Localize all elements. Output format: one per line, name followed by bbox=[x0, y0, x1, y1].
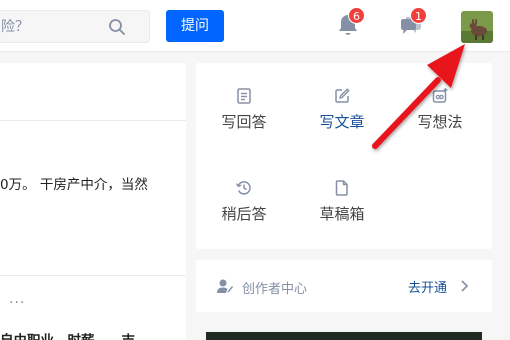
drafts-button[interactable]: 草稿箱 bbox=[294, 179, 390, 245]
top-navigation-bar: 提问 6 1 bbox=[0, 0, 510, 52]
message-count-badge: 1 bbox=[410, 7, 427, 24]
write-idea-button[interactable]: 写想法 bbox=[392, 87, 488, 153]
promo-banner[interactable] bbox=[206, 332, 482, 340]
more-options-icon[interactable]: ··· bbox=[9, 295, 25, 311]
answer-later-button[interactable]: 稍后答 bbox=[196, 179, 292, 245]
write-answer-label: 写回答 bbox=[221, 113, 267, 131]
creator-center-label: 创作者中心 bbox=[242, 282, 308, 297]
feed-divider bbox=[0, 120, 186, 121]
answer-later-label: 稍后答 bbox=[221, 205, 267, 223]
notification-count-badge: 6 bbox=[348, 7, 365, 24]
creation-panel: 写回答 写文章 写想法 稍后答 草稿箱 bbox=[196, 63, 492, 249]
write-idea-label: 写想法 bbox=[417, 113, 463, 131]
search-icon[interactable] bbox=[108, 18, 126, 36]
edit-icon bbox=[335, 88, 350, 103]
write-article-label: 写文章 bbox=[319, 113, 365, 131]
creator-center-card[interactable]: 创作者中心 去开通 bbox=[196, 260, 492, 312]
feed-item-excerpt[interactable]: 自由职业，时薪……吉 bbox=[0, 329, 135, 340]
history-icon bbox=[236, 181, 251, 195]
notifications-button[interactable]: 6 bbox=[336, 7, 365, 38]
drafts-label: 草稿箱 bbox=[319, 205, 365, 223]
ask-question-button[interactable]: 提问 bbox=[166, 10, 224, 42]
answer-icon bbox=[237, 88, 251, 104]
search-input[interactable] bbox=[1, 11, 111, 42]
write-article-button[interactable]: 写文章 bbox=[294, 87, 390, 153]
search-box[interactable] bbox=[0, 10, 150, 43]
idea-icon bbox=[432, 88, 448, 103]
activate-link[interactable]: 去开通 bbox=[408, 277, 447, 296]
write-answer-button[interactable]: 写回答 bbox=[196, 87, 292, 153]
feed-divider bbox=[0, 275, 186, 276]
feed-item-excerpt[interactable]: 0万。 干房产中介，当然 bbox=[0, 173, 148, 193]
messages-button[interactable]: 1 bbox=[398, 7, 427, 38]
avatar[interactable] bbox=[461, 11, 493, 43]
creator-user-icon bbox=[216, 277, 234, 299]
chevron-right-icon[interactable] bbox=[460, 278, 470, 297]
feed-card: 0万。 干房产中介，当然 ··· 自由职业，时薪……吉 bbox=[0, 63, 186, 340]
draft-icon bbox=[335, 180, 348, 196]
